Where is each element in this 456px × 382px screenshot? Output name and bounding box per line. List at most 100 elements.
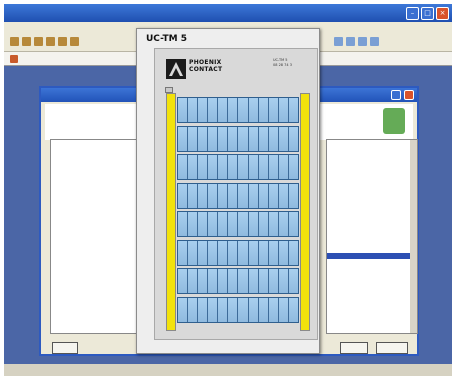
- marker-cell[interactable]: [218, 183, 229, 208]
- marker-cell[interactable]: [258, 269, 269, 293]
- marker-cell[interactable]: [278, 155, 289, 179]
- toolbar-icon[interactable]: [10, 37, 19, 46]
- marker-cell[interactable]: [248, 212, 259, 236]
- cancel-button[interactable]: [376, 342, 408, 354]
- marker-cell[interactable]: [188, 269, 199, 293]
- marker-cell[interactable]: [268, 155, 279, 179]
- help-icon[interactable]: [391, 90, 401, 100]
- marker-strip[interactable]: [177, 125, 299, 152]
- marker-cell[interactable]: [248, 126, 259, 151]
- marker-cell[interactable]: [268, 126, 279, 151]
- marker-cell[interactable]: [248, 155, 259, 179]
- marker-cell[interactable]: [228, 183, 239, 208]
- marker-cell[interactable]: [208, 155, 219, 179]
- marker-cell[interactable]: [248, 240, 259, 265]
- marker-cell[interactable]: [178, 269, 189, 293]
- marker-cell[interactable]: [258, 98, 269, 122]
- toolbar-icon[interactable]: [70, 37, 79, 46]
- marker-cell[interactable]: [288, 212, 298, 236]
- marker-cell[interactable]: [218, 98, 229, 122]
- marker-cell[interactable]: [198, 155, 209, 179]
- marker-cell[interactable]: [188, 212, 199, 236]
- marker-cell[interactable]: [228, 98, 239, 122]
- marker-cell[interactable]: [178, 126, 189, 151]
- marker-cell[interactable]: [258, 155, 269, 179]
- marker-cell[interactable]: [288, 126, 298, 151]
- marker-cell[interactable]: [188, 297, 199, 322]
- marker-cell[interactable]: [268, 212, 279, 236]
- marker-cell[interactable]: [238, 240, 249, 265]
- marker-cell[interactable]: [238, 183, 249, 208]
- marker-cell[interactable]: [278, 126, 289, 151]
- marker-cell[interactable]: [218, 269, 229, 293]
- marker-cell[interactable]: [178, 155, 189, 179]
- toolbar-icon[interactable]: [58, 37, 67, 46]
- marker-cell[interactable]: [208, 240, 219, 265]
- marker-cell[interactable]: [178, 240, 189, 265]
- marker-cell[interactable]: [218, 240, 229, 265]
- ok-button[interactable]: [340, 342, 368, 354]
- marker-cell[interactable]: [258, 240, 269, 265]
- marker-cell[interactable]: [198, 269, 209, 293]
- marker-cell[interactable]: [258, 183, 269, 208]
- marker-cell[interactable]: [198, 183, 209, 208]
- marker-cell[interactable]: [268, 269, 279, 293]
- marker-cell[interactable]: [228, 297, 239, 322]
- marker-cell[interactable]: [218, 155, 229, 179]
- marker-cell[interactable]: [288, 155, 298, 179]
- toolbar-icon[interactable]: [370, 37, 379, 46]
- marker-cell[interactable]: [248, 183, 259, 208]
- close-icon[interactable]: ×: [436, 7, 449, 20]
- marker-cell[interactable]: [278, 269, 289, 293]
- marker-cell[interactable]: [208, 269, 219, 293]
- marker-cell[interactable]: [188, 126, 199, 151]
- marker-cell[interactable]: [218, 212, 229, 236]
- marker-cell[interactable]: [178, 212, 189, 236]
- marker-cell[interactable]: [238, 98, 249, 122]
- marker-cell[interactable]: [278, 240, 289, 265]
- marker-cell[interactable]: [238, 297, 249, 322]
- marker-cell[interactable]: [238, 212, 249, 236]
- marker-cell[interactable]: [188, 98, 199, 122]
- marker-cell[interactable]: [198, 212, 209, 236]
- marker-cell[interactable]: [198, 240, 209, 265]
- toolbar-icon[interactable]: [358, 37, 367, 46]
- toolbar-icon[interactable]: [34, 37, 43, 46]
- marker-cell[interactable]: [238, 155, 249, 179]
- marker-cell[interactable]: [268, 98, 279, 122]
- marker-cell[interactable]: [198, 297, 209, 322]
- toolbar-icon[interactable]: [334, 37, 343, 46]
- marker-cell[interactable]: [268, 240, 279, 265]
- marker-cell[interactable]: [198, 98, 209, 122]
- marker-strip[interactable]: [177, 97, 299, 123]
- marker-cell[interactable]: [178, 183, 189, 208]
- marker-cell[interactable]: [258, 126, 269, 151]
- marker-cell[interactable]: [208, 212, 219, 236]
- marker-strip[interactable]: [177, 182, 299, 209]
- marker-cell[interactable]: [278, 183, 289, 208]
- marker-cell[interactable]: [228, 240, 239, 265]
- close-icon[interactable]: [404, 90, 414, 100]
- marker-cell[interactable]: [178, 98, 189, 122]
- marker-cell[interactable]: [248, 269, 259, 293]
- marker-cell[interactable]: [188, 183, 199, 208]
- selected-list-item[interactable]: [327, 253, 411, 259]
- toolbar-icon[interactable]: [346, 37, 355, 46]
- marker-cell[interactable]: [258, 297, 269, 322]
- marker-cell[interactable]: [288, 183, 298, 208]
- marker-cell[interactable]: [228, 155, 239, 179]
- minimize-icon[interactable]: –: [406, 7, 419, 20]
- marker-cell[interactable]: [208, 297, 219, 322]
- marker-cell[interactable]: [228, 269, 239, 293]
- marker-cell[interactable]: [278, 98, 289, 122]
- marker-cell[interactable]: [268, 183, 279, 208]
- marker-cell[interactable]: [208, 98, 219, 122]
- marker-cell[interactable]: [218, 297, 229, 322]
- marker-cell[interactable]: [188, 240, 199, 265]
- list-scrollbar[interactable]: [410, 140, 417, 333]
- back-button[interactable]: [52, 342, 78, 354]
- marker-cell[interactable]: [258, 212, 269, 236]
- marker-cell[interactable]: [208, 183, 219, 208]
- marker-strip[interactable]: [177, 211, 299, 237]
- marker-cell[interactable]: [238, 126, 249, 151]
